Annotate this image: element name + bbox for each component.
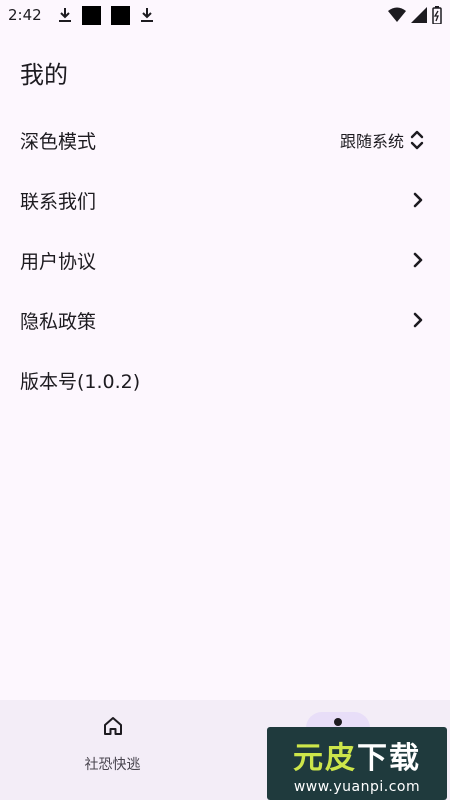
watermark-logo: 元皮下载 www.yuanpi.com <box>267 727 447 800</box>
status-time: 2:42 <box>8 6 42 24</box>
privacy-row[interactable]: 隐私政策 <box>0 290 450 350</box>
version-row: 版本号(1.0.2) <box>0 350 450 410</box>
chevron-right-icon <box>412 252 424 268</box>
dark-mode-row[interactable]: 深色模式 跟随系统 <box>0 110 450 170</box>
download-icon <box>58 7 72 23</box>
contact-row[interactable]: 联系我们 <box>0 170 450 230</box>
download-icon <box>140 7 154 23</box>
page-title: 我的 <box>20 61 68 89</box>
privacy-label: 隐私政策 <box>20 310 97 333</box>
watermark-title: 元皮下载 <box>293 740 421 776</box>
nav-label-home: 社恐快逃 <box>84 757 141 773</box>
version-label: 版本号(1.0.2) <box>20 370 141 393</box>
dark-mode-label: 深色模式 <box>20 130 97 153</box>
nav-indicator <box>81 712 145 744</box>
signal-icon <box>411 7 427 27</box>
agreement-label: 用户协议 <box>20 250 97 273</box>
agreement-row[interactable]: 用户协议 <box>0 230 450 290</box>
wifi-icon <box>388 7 406 27</box>
status-bar: 2:42 <box>0 0 450 30</box>
square-notification-icon <box>110 5 130 25</box>
dark-mode-value[interactable]: 跟随系统 <box>340 128 404 152</box>
battery-icon <box>432 6 442 28</box>
settings-list: 深色模式 跟随系统 联系我们 用户协议 隐私政策 版本号(1.0.2) <box>0 110 450 410</box>
chevron-right-icon <box>412 192 424 208</box>
square-notification-icon <box>81 5 101 25</box>
unfold-icon[interactable] <box>410 129 424 151</box>
chevron-right-icon <box>412 312 424 328</box>
home-icon <box>101 714 125 742</box>
watermark-url: www.yuanpi.com <box>293 778 421 795</box>
contact-label: 联系我们 <box>20 190 97 213</box>
nav-item-home[interactable]: 社恐快逃 <box>0 700 225 800</box>
